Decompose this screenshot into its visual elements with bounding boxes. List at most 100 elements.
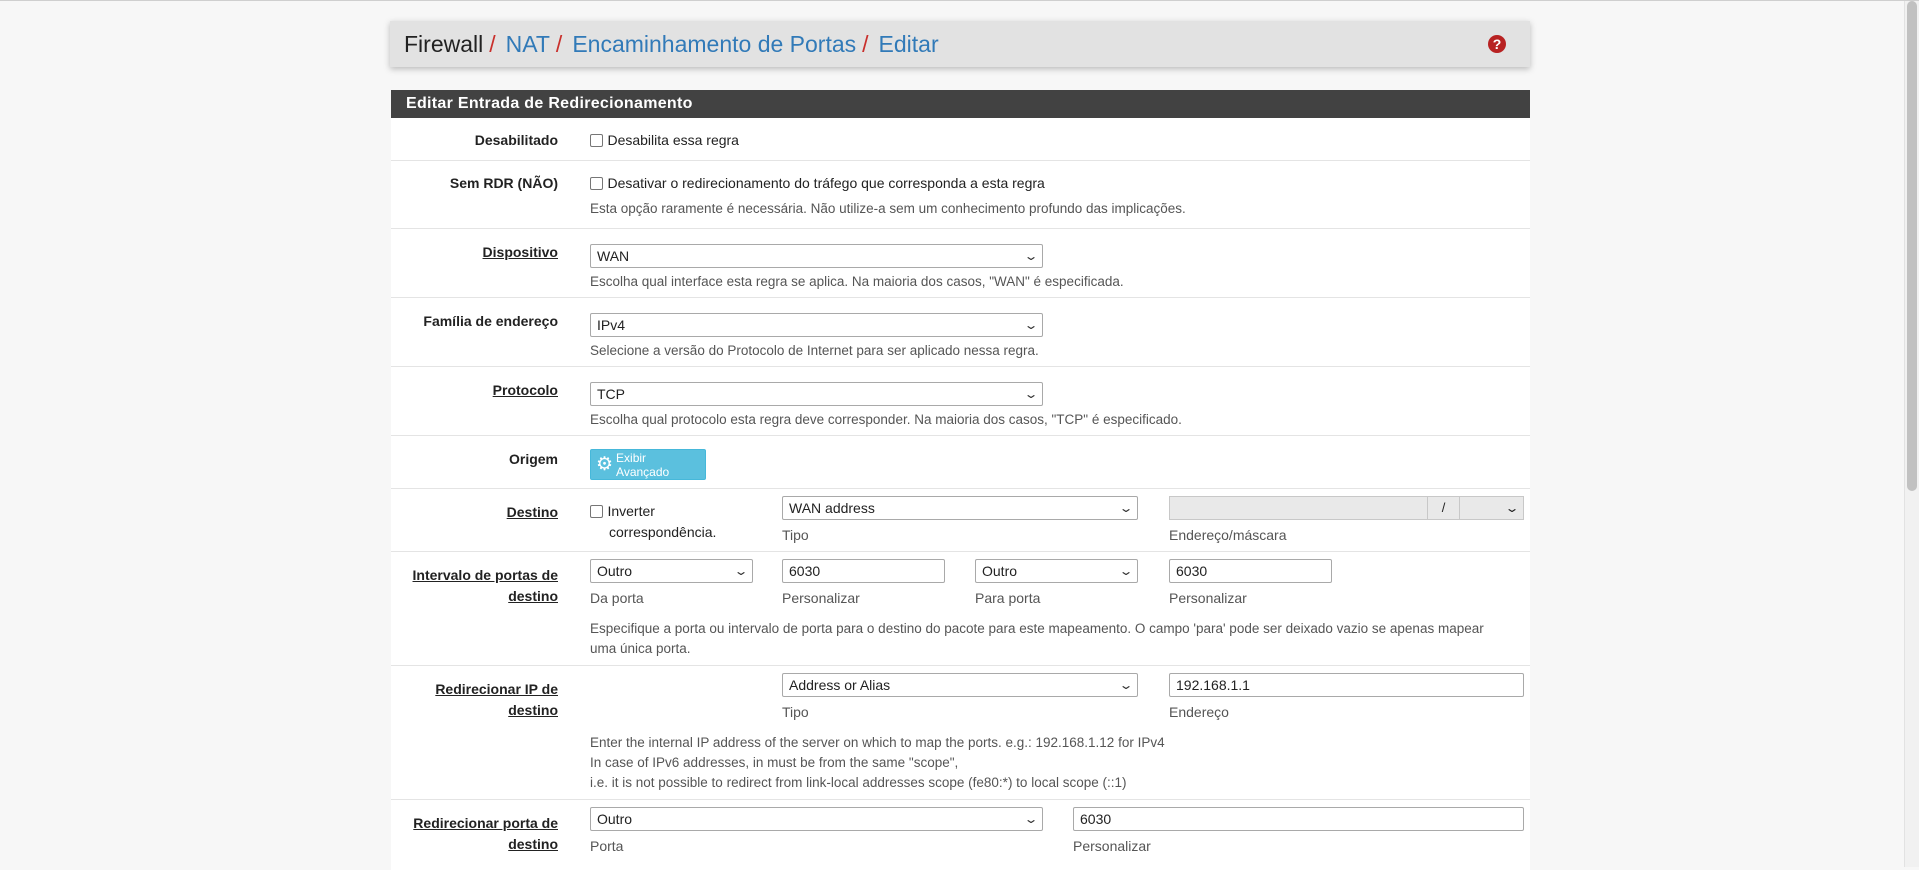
destination-type-select[interactable]: WAN address ⌄: [782, 496, 1138, 520]
breadcrumb-port-forward-link[interactable]: Encaminhamento de Portas: [572, 31, 856, 58]
dst-port-range-label: Intervalo de portas de destino: [398, 565, 558, 607]
dst-port-range-label-1: Intervalo de portas de: [412, 567, 558, 583]
row-dst-port-range: Intervalo de portas de destino Outro ⌄ Da…: [391, 552, 1530, 666]
source-label: Origem: [508, 451, 558, 467]
chevron-down-icon: ⌄: [1118, 501, 1134, 515]
redirect-port-custom-value: 6030: [1080, 811, 1112, 827]
row-ipprotocol: Família de endereço IPv4 ⌄ Selecione a ve…: [391, 298, 1530, 367]
row-redirect-port: Redirecionar porta de destino Outro ⌄ Por…: [391, 800, 1530, 870]
question-circle-icon[interactable]: ?: [1488, 35, 1506, 53]
chevron-down-icon: ⌄: [1504, 501, 1520, 515]
destination-invert-checkbox[interactable]: [590, 505, 603, 519]
nordr-checkbox-label[interactable]: Desativar o redirecionamento do tráfego …: [607, 175, 1044, 191]
destination-type-caption: Tipo: [782, 527, 809, 543]
dst-to-port-value: Outro: [982, 563, 1018, 579]
destination-address-input[interactable]: [1169, 496, 1428, 520]
dst-to-port-caption: Para porta: [975, 590, 1041, 606]
chevron-down-icon: ⌄: [1023, 812, 1039, 826]
dst-from-custom-input[interactable]: 6030: [782, 559, 945, 583]
nordr-help: Esta opção raramente é necessária. Não u…: [590, 201, 1186, 216]
row-disabled: Desabilitado Desabilita essa regra: [391, 118, 1530, 161]
interface-label: Dispositivo: [482, 244, 558, 260]
nordr-label: Sem RDR (NÃO): [449, 175, 558, 191]
chevron-down-icon: ⌄: [1118, 564, 1134, 578]
show-advanced-label: Exibir Avançado: [616, 450, 670, 479]
breadcrumb-nat-link[interactable]: NAT: [506, 31, 550, 58]
redirect-port-caption: Porta: [590, 838, 624, 854]
destination-mask-select[interactable]: ⌄: [1460, 496, 1524, 520]
protocol-select[interactable]: TCP ⌄: [590, 382, 1043, 406]
breadcrumb-edit-link[interactable]: Editar: [879, 31, 939, 58]
dst-from-port-caption: Da porta: [590, 590, 644, 606]
chevron-down-icon: ⌄: [733, 564, 749, 578]
mask-separator: /: [1428, 496, 1460, 520]
redirect-port-label: Redirecionar porta de destino: [398, 813, 558, 855]
dst-to-port-select[interactable]: Outro ⌄: [975, 559, 1138, 583]
disabled-checkbox[interactable]: [590, 134, 603, 148]
redirect-ip-address-value: 192.168.1.1: [1176, 677, 1250, 693]
ipprotocol-label: Família de endereço: [423, 313, 558, 329]
destination-invert-label[interactable]: Inverter: [607, 503, 654, 519]
destination-invert-group[interactable]: Inverter: [590, 503, 655, 521]
destination-invert-label-2[interactable]: correspondência.: [609, 524, 716, 540]
chevron-down-icon: ⌄: [1023, 318, 1039, 332]
redirect-ip-help-1: Enter the internal IP address of the ser…: [590, 735, 1165, 750]
dst-from-custom-value: 6030: [789, 563, 821, 579]
redirect-ip-address-input[interactable]: 192.168.1.1: [1169, 673, 1524, 697]
dst-port-range-label-2: destino: [508, 588, 558, 604]
edit-redirect-panel: Editar Entrada de Redirecionamento Desab…: [391, 90, 1530, 870]
dst-from-port-select[interactable]: Outro ⌄: [590, 559, 753, 583]
redirect-ip-help: Enter the internal IP address of the ser…: [590, 733, 1165, 793]
destination-label: Destino: [506, 504, 558, 520]
ipprotocol-select[interactable]: IPv4 ⌄: [590, 313, 1043, 337]
protocol-select-value: TCP: [597, 386, 625, 402]
redirect-ip-type-select[interactable]: Address or Alias ⌄: [782, 673, 1138, 697]
content-wrapper: Firewall / NAT / Encaminhamento de Porta…: [390, 21, 1530, 870]
dst-to-custom-input[interactable]: 6030: [1169, 559, 1332, 583]
disabled-checkbox-group[interactable]: Desabilita essa regra: [590, 132, 739, 150]
dst-to-custom-caption: Personalizar: [1169, 590, 1247, 606]
row-interface: Dispositivo WAN ⌄ Escolha qual interface …: [391, 229, 1530, 298]
dst-port-range-help-2: uma única porta.: [590, 641, 691, 656]
ipprotocol-select-value: IPv4: [597, 317, 626, 333]
dst-port-range-help: Especifique a porta ou intervalo de port…: [590, 619, 1520, 659]
dst-to-custom-value: 6030: [1176, 563, 1208, 579]
interface-help: Escolha qual interface esta regra se apl…: [590, 274, 1124, 289]
protocol-help: Escolha qual protocolo esta regra deve c…: [590, 412, 1182, 427]
show-advanced-button[interactable]: ⚙ Exibir Avançado: [590, 449, 706, 480]
panel-title: Editar Entrada de Redirecionamento: [391, 90, 1530, 118]
redirect-ip-label-2: destino: [508, 702, 558, 718]
chevron-down-icon: ⌄: [1023, 249, 1039, 263]
row-nordr: Sem RDR (NÃO) Desativar o redirecionamen…: [391, 161, 1530, 229]
destination-address-group: / ⌄: [1169, 496, 1524, 520]
destination-address-caption: Endereço/máscara: [1169, 527, 1287, 543]
interface-select-value: WAN: [597, 248, 630, 264]
page-scrollbar[interactable]: [1904, 1, 1919, 867]
chevron-down-icon: ⌄: [1023, 387, 1039, 401]
disabled-checkbox-label[interactable]: Desabilita essa regra: [607, 132, 739, 148]
protocol-label: Protocolo: [492, 382, 558, 398]
redirect-ip-label-1: Redirecionar IP de: [435, 681, 558, 697]
row-protocol: Protocolo TCP ⌄ Escolha qual protocolo es…: [391, 367, 1530, 436]
nordr-checkbox-group[interactable]: Desativar o redirecionamento do tráfego …: [590, 175, 1045, 193]
interface-select[interactable]: WAN ⌄: [590, 244, 1043, 268]
redirect-port-label-2: destino: [508, 836, 558, 852]
row-source: Origem ⚙ Exibir Avançado: [391, 436, 1530, 489]
gear-icon: ⚙: [596, 454, 614, 475]
row-destination: Destino Inverter correspondência. WAN ad…: [391, 489, 1530, 552]
redirect-port-custom-input[interactable]: 6030: [1073, 807, 1524, 831]
dst-port-range-help-1: Especifique a porta ou intervalo de port…: [590, 621, 1484, 636]
redirect-port-select[interactable]: Outro ⌄: [590, 807, 1043, 831]
redirect-ip-type-caption: Tipo: [782, 704, 809, 720]
ipprotocol-help: Selecione a versão do Protocolo de Inter…: [590, 343, 1039, 358]
scrollbar-thumb[interactable]: [1907, 1, 1917, 491]
nordr-checkbox[interactable]: [590, 177, 603, 191]
redirect-port-custom-caption: Personalizar: [1073, 838, 1151, 854]
redirect-ip-help-2: In case of IPv6 addresses, in must be fr…: [590, 755, 959, 770]
dst-from-port-value: Outro: [597, 563, 633, 579]
row-redirect-ip: Redirecionar IP de destino Address or Al…: [391, 666, 1530, 800]
redirect-ip-help-3: i.e. it is not possible to redirect from…: [590, 775, 1127, 790]
redirect-port-label-1: Redirecionar porta de: [413, 815, 558, 831]
redirect-port-value: Outro: [597, 811, 633, 827]
redirect-ip-label: Redirecionar IP de destino: [398, 679, 558, 721]
